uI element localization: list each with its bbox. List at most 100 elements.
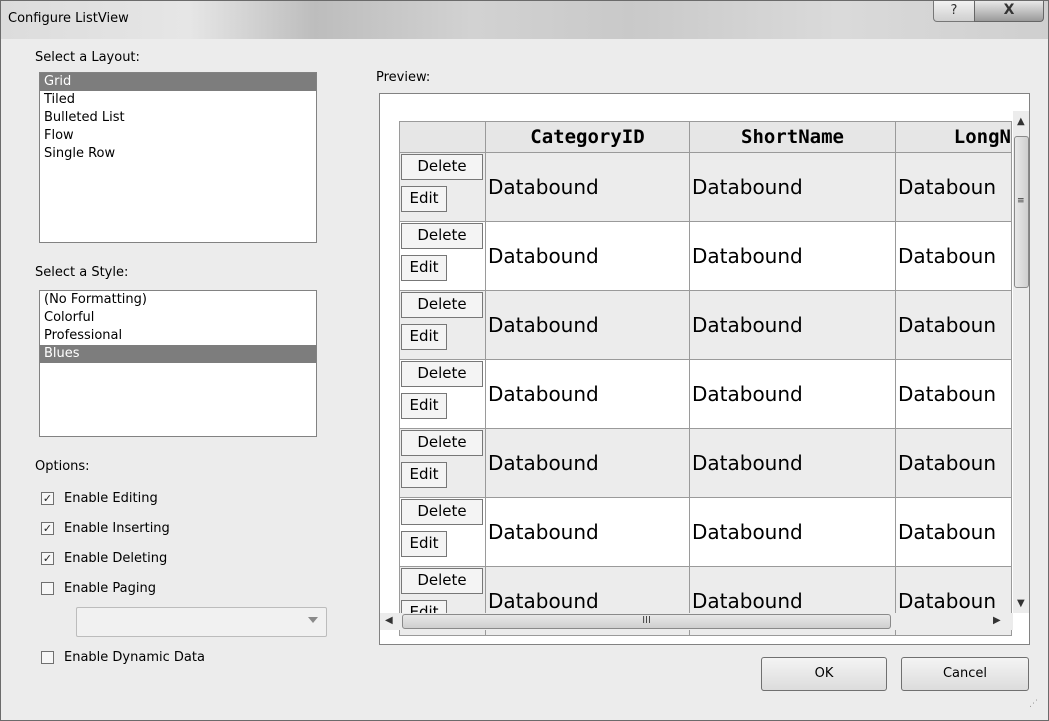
scroll-down-arrow-icon[interactable]: ▼ <box>1017 598 1025 609</box>
scroll-left-arrow-icon[interactable]: ◀ <box>385 615 393 626</box>
layout-list-item[interactable]: Tiled <box>40 91 316 109</box>
databound-cell: Databound <box>485 290 690 360</box>
delete-button[interactable]: Delete <box>401 223 483 249</box>
vertical-scroll-thumb[interactable] <box>1014 136 1029 288</box>
vertical-scrollbar[interactable]: ▲ ≡ ▼ <box>1013 111 1029 613</box>
delete-button[interactable]: Delete <box>401 154 483 180</box>
scroll-up-arrow-icon[interactable]: ▲ <box>1017 116 1025 127</box>
horizontal-scrollbar[interactable]: ◀ III ▶ <box>380 613 1013 630</box>
checkmark-icon[interactable]: ✓ <box>41 491 54 505</box>
checkmark-icon[interactable]: ✓ <box>41 551 54 565</box>
databound-cell: Databoun <box>895 152 1012 222</box>
header-command-column <box>399 121 486 153</box>
enable-dynamic-data-label: Enable Dynamic Data <box>64 649 205 665</box>
style-listbox[interactable]: (No Formatting) Colorful Professional Blues <box>39 290 317 437</box>
horizontal-scroll-thumb[interactable]: III <box>402 614 891 629</box>
databound-cell: Databoun <box>895 428 1012 498</box>
column-header: LongN <box>895 121 1012 153</box>
enable-inserting-label: Enable Inserting <box>64 520 170 536</box>
delete-button[interactable]: Delete <box>401 292 483 318</box>
databound-cell: Databound <box>689 359 896 429</box>
enable-editing-checkbox[interactable]: ✓ Enable Editing <box>41 489 158 507</box>
help-button[interactable]: ? <box>933 1 975 22</box>
table-row: Delete Edit Databound Databound Databoun <box>399 359 1012 429</box>
preview-pane: CategoryID ShortName LongN Delete Edit Datab… <box>379 93 1030 645</box>
layout-list-item[interactable]: Bulleted List <box>40 109 316 127</box>
preview-table: CategoryID ShortName LongN Delete Edit Datab… <box>399 121 1012 636</box>
close-button[interactable]: X <box>974 1 1044 22</box>
column-header: ShortName <box>689 121 896 153</box>
databound-cell: Databound <box>689 290 896 360</box>
checkbox-icon[interactable] <box>41 650 54 664</box>
command-cell: Delete Edit <box>399 497 486 567</box>
edit-button[interactable]: Edit <box>401 462 447 488</box>
edit-button[interactable]: Edit <box>401 531 447 557</box>
checkbox-icon[interactable] <box>41 581 54 595</box>
table-row: Delete Edit Databound Databound Databoun <box>399 152 1012 222</box>
options-label: Options: <box>35 459 90 474</box>
databound-cell: Databound <box>689 497 896 567</box>
edit-button[interactable]: Edit <box>401 324 447 350</box>
table-row: Delete Edit Databound Databound Databoun <box>399 290 1012 360</box>
cancel-button[interactable]: Cancel <box>901 657 1029 691</box>
scroll-right-arrow-icon[interactable]: ▶ <box>993 615 1001 626</box>
databound-cell: Databound <box>485 152 690 222</box>
style-label: Select a Style: <box>35 265 129 280</box>
databound-cell: Databound <box>485 497 690 567</box>
databound-cell: Databoun <box>895 497 1012 567</box>
layout-list-item[interactable]: Single Row <box>40 145 316 163</box>
column-header: CategoryID <box>485 121 690 153</box>
thumb-grip-icon: ≡ <box>1017 196 1025 206</box>
edit-button[interactable]: Edit <box>401 255 447 281</box>
layout-list-item[interactable]: Grid <box>40 73 316 91</box>
checkmark-icon[interactable]: ✓ <box>41 521 54 535</box>
enable-deleting-label: Enable Deleting <box>64 550 168 566</box>
table-row: Delete Edit Databound Databound Databoun <box>399 221 1012 291</box>
command-cell: Delete Edit <box>399 221 486 291</box>
chevron-down-icon <box>308 617 318 623</box>
databound-cell: Databound <box>485 359 690 429</box>
databound-cell: Databoun <box>895 359 1012 429</box>
thumb-grip-icon: III <box>642 615 651 626</box>
databound-cell: Databound <box>689 221 896 291</box>
delete-button[interactable]: Delete <box>401 568 483 594</box>
table-row: Delete Edit Databound Databound Databoun <box>399 497 1012 567</box>
command-cell: Delete Edit <box>399 290 486 360</box>
databound-cell: Databoun <box>895 221 1012 291</box>
style-list-item[interactable]: Professional <box>40 327 316 345</box>
style-list-item[interactable]: (No Formatting) <box>40 291 316 309</box>
layout-list-item[interactable]: Flow <box>40 127 316 145</box>
databound-cell: Databound <box>689 152 896 222</box>
command-cell: Delete Edit <box>399 428 486 498</box>
enable-inserting-checkbox[interactable]: ✓ Enable Inserting <box>41 519 170 537</box>
preview-label: Preview: <box>376 70 431 85</box>
title-bar: Configure ListView ? X <box>1 1 1048 39</box>
command-cell: Delete Edit <box>399 359 486 429</box>
enable-paging-checkbox[interactable]: Enable Paging <box>41 579 156 597</box>
databound-cell: Databound <box>689 428 896 498</box>
databound-cell: Databoun <box>895 290 1012 360</box>
layout-listbox[interactable]: Grid Tiled Bulleted List Flow Single Row <box>39 72 317 243</box>
enable-deleting-checkbox[interactable]: ✓ Enable Deleting <box>41 549 167 567</box>
command-cell: Delete Edit <box>399 152 486 222</box>
enable-paging-label: Enable Paging <box>64 580 156 596</box>
edit-button[interactable]: Edit <box>401 186 447 212</box>
preview-header-row: CategoryID ShortName LongN <box>399 121 1012 153</box>
configure-listview-dialog: Configure ListView ? X Select a Layout: … <box>0 0 1049 721</box>
layout-label: Select a Layout: <box>35 50 140 65</box>
delete-button[interactable]: Delete <box>401 361 483 387</box>
style-list-item[interactable]: Colorful <box>40 309 316 327</box>
paging-combo[interactable] <box>76 607 327 637</box>
style-list-item[interactable]: Blues <box>40 345 316 363</box>
enable-dynamic-data-checkbox[interactable]: Enable Dynamic Data <box>41 648 205 666</box>
dialog-body: Select a Layout: Grid Tiled Bulleted List F… <box>9 39 1040 713</box>
ok-button[interactable]: OK <box>761 657 887 691</box>
resize-grip-icon[interactable]: ⋰ <box>1029 699 1038 709</box>
enable-editing-label: Enable Editing <box>64 490 158 506</box>
delete-button[interactable]: Delete <box>401 430 483 456</box>
databound-cell: Databound <box>485 428 690 498</box>
delete-button[interactable]: Delete <box>401 499 483 525</box>
window-title: Configure ListView <box>8 11 129 26</box>
edit-button[interactable]: Edit <box>401 393 447 419</box>
table-row: Delete Edit Databound Databound Databoun <box>399 428 1012 498</box>
